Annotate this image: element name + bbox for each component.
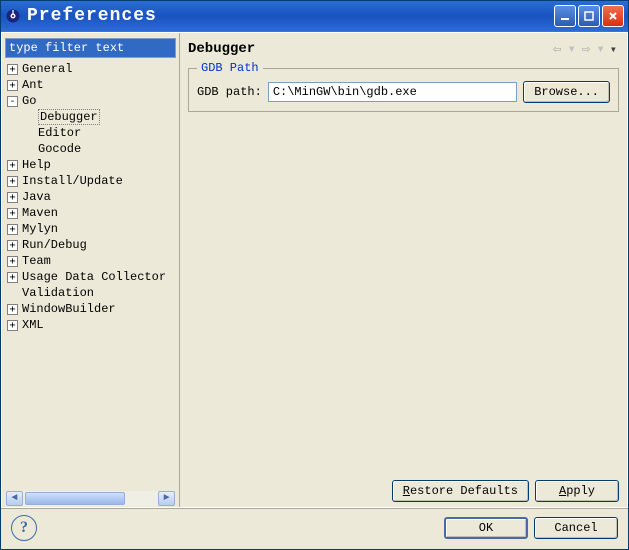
tree-item-label: Java bbox=[22, 190, 51, 204]
tree-item-maven[interactable]: + Maven bbox=[5, 205, 176, 221]
tree-item-java[interactable]: + Java bbox=[5, 189, 176, 205]
expand-icon[interactable]: + bbox=[7, 64, 18, 75]
horizontal-scrollbar[interactable]: ◄ ► bbox=[5, 490, 176, 507]
tree-item-label: Maven bbox=[22, 206, 58, 220]
expand-icon[interactable]: + bbox=[7, 80, 18, 91]
minimize-button[interactable] bbox=[554, 5, 576, 27]
browse-button-label: Browse... bbox=[534, 85, 599, 99]
sidebar: + General + Ant-GoDebuggerEditor Gocode + Help… bbox=[2, 33, 180, 507]
tree-item-mylyn[interactable]: + Mylyn bbox=[5, 221, 176, 237]
scroll-left-button[interactable]: ◄ bbox=[6, 491, 23, 506]
expand-icon[interactable]: + bbox=[7, 240, 18, 251]
tree-item-windowbuilder[interactable]: + WindowBuilder bbox=[5, 301, 176, 317]
tree-item-label: Install/Update bbox=[22, 174, 123, 188]
scroll-right-button[interactable]: ► bbox=[158, 491, 175, 506]
back-icon[interactable]: ⇦ bbox=[550, 41, 564, 58]
ok-button[interactable]: OK bbox=[444, 517, 528, 539]
no-expander bbox=[23, 128, 34, 139]
expand-icon[interactable]: + bbox=[7, 176, 18, 187]
tree-item-xml[interactable]: + XML bbox=[5, 317, 176, 333]
expand-icon[interactable]: + bbox=[7, 224, 18, 235]
tree-item-label: Run/Debug bbox=[22, 238, 87, 252]
help-icon[interactable]: ? bbox=[11, 515, 37, 541]
tree-item-label: Mylyn bbox=[22, 222, 58, 236]
expand-icon[interactable]: + bbox=[7, 192, 18, 203]
restore-defaults-button[interactable]: Restore Defaults bbox=[392, 480, 529, 502]
tree-item-label: Help bbox=[22, 158, 51, 172]
tree-item-editor[interactable]: Editor bbox=[5, 125, 176, 141]
scroll-track[interactable] bbox=[23, 491, 158, 506]
tree-item-label: Editor bbox=[38, 126, 81, 140]
tree-item-help[interactable]: + Help bbox=[5, 157, 176, 173]
tree-item-label: Ant bbox=[22, 78, 44, 92]
view-menu-icon[interactable]: ▾ bbox=[608, 42, 619, 57]
collapse-icon[interactable]: - bbox=[7, 96, 18, 107]
tree-item-label: Usage Data Collector bbox=[22, 270, 166, 284]
browse-button[interactable]: Browse... bbox=[523, 81, 610, 103]
tree-item-label: Go bbox=[22, 94, 36, 108]
expand-icon[interactable]: + bbox=[7, 272, 18, 283]
no-expander bbox=[23, 144, 34, 155]
expand-icon[interactable]: + bbox=[7, 160, 18, 171]
tree-item-general[interactable]: + General bbox=[5, 61, 176, 77]
no-expander bbox=[7, 288, 18, 299]
main-panel: Debugger ⇦ ▾ ⇨ ▾ ▾ GDB Path GDB path: Br… bbox=[180, 33, 627, 507]
tree-item-usage-data-collector[interactable]: + Usage Data Collector bbox=[5, 269, 176, 285]
forward-icon[interactable]: ⇨ bbox=[579, 41, 593, 58]
dialog-footer: ? OK Cancel bbox=[1, 508, 628, 549]
tree-item-label: General bbox=[22, 62, 72, 76]
maximize-button[interactable] bbox=[578, 5, 600, 27]
tree-item-label: Debugger bbox=[38, 109, 100, 125]
tree-item-run-debug[interactable]: + Run/Debug bbox=[5, 237, 176, 253]
gdb-path-input[interactable] bbox=[268, 82, 517, 102]
tree-item-debugger[interactable]: Debugger bbox=[5, 109, 176, 125]
group-title: GDB Path bbox=[197, 61, 263, 75]
apply-button[interactable]: Apply bbox=[535, 480, 619, 502]
tree-item-go[interactable]: -Go bbox=[5, 93, 176, 109]
gdb-path-group: GDB Path GDB path: Browse... bbox=[188, 68, 619, 112]
tree-item-label: WindowBuilder bbox=[22, 302, 116, 316]
titlebar[interactable]: Preferences bbox=[1, 1, 628, 31]
tree-item-label: Gocode bbox=[38, 142, 81, 156]
filter-input[interactable] bbox=[5, 38, 176, 58]
preference-tree[interactable]: + General + Ant-GoDebuggerEditor Gocode + Help… bbox=[5, 61, 176, 490]
tree-item-label: Team bbox=[22, 254, 51, 268]
scroll-thumb[interactable] bbox=[25, 492, 125, 505]
window-title: Preferences bbox=[27, 6, 554, 26]
tree-item-label: Validation bbox=[22, 286, 94, 300]
expand-icon[interactable]: + bbox=[7, 320, 18, 331]
page-title: Debugger bbox=[188, 41, 550, 57]
apply-label: Apply bbox=[559, 484, 595, 498]
tree-item-label: XML bbox=[22, 318, 44, 332]
expand-icon[interactable]: + bbox=[7, 256, 18, 267]
tree-item-gocode[interactable]: Gocode bbox=[5, 141, 176, 157]
tree-item-validation[interactable]: Validation bbox=[5, 285, 176, 301]
cancel-button[interactable]: Cancel bbox=[534, 517, 618, 539]
tree-item-ant[interactable]: + Ant bbox=[5, 77, 176, 93]
forward-menu-icon[interactable]: ▾ bbox=[593, 41, 607, 58]
tree-item-install-update[interactable]: + Install/Update bbox=[5, 173, 176, 189]
restore-defaults-label: Restore Defaults bbox=[403, 484, 518, 498]
close-button[interactable] bbox=[602, 5, 624, 27]
gdb-path-label: GDB path: bbox=[197, 85, 262, 99]
app-icon bbox=[5, 8, 21, 24]
expand-icon[interactable]: + bbox=[7, 304, 18, 315]
back-menu-icon[interactable]: ▾ bbox=[564, 41, 578, 58]
expand-icon[interactable]: + bbox=[7, 208, 18, 219]
tree-item-team[interactable]: + Team bbox=[5, 253, 176, 269]
no-expander bbox=[23, 112, 34, 123]
